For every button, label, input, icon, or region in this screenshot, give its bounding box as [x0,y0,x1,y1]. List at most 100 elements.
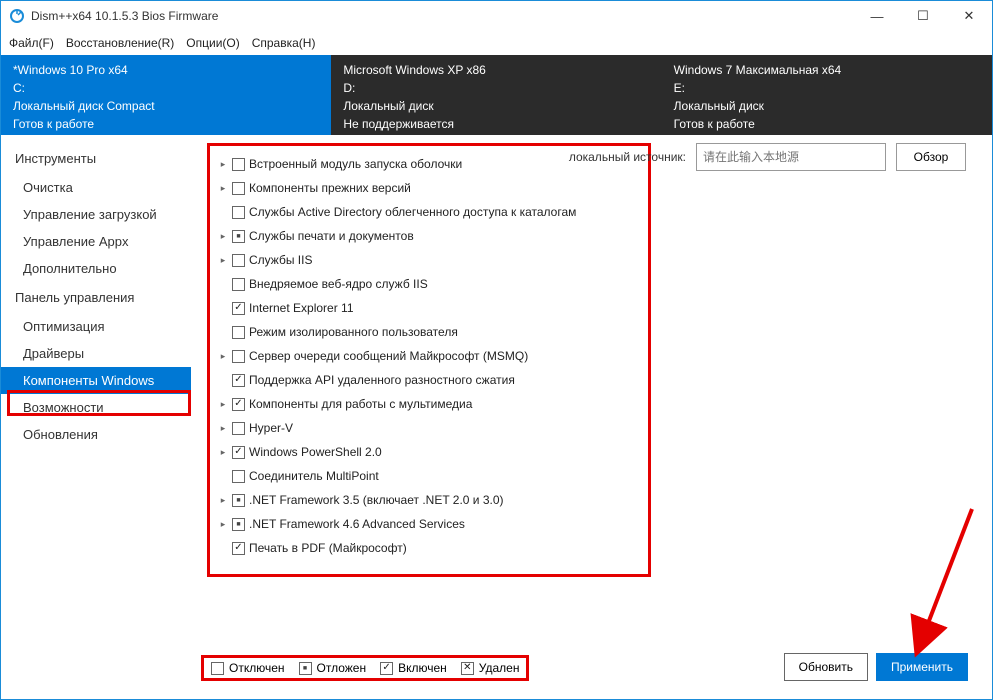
expander-icon[interactable]: ▸ [218,423,228,434]
sidebar-header-control: Панель управления [1,282,191,313]
feature-checkbox[interactable] [232,326,245,339]
feature-checkbox[interactable] [232,422,245,435]
feature-checkbox[interactable] [232,350,245,363]
feature-row[interactable]: ▸Сервер очереди сообщений Майкрософт (MS… [214,344,644,368]
source-input[interactable] [696,143,886,171]
feature-checkbox[interactable] [232,158,245,171]
feature-row[interactable]: Соединитель MultiPoint [214,464,644,488]
feature-label: .NET Framework 3.5 (включает .NET 2.0 и … [249,493,504,507]
legend-off-icon [211,662,224,675]
legend-on-icon [380,662,393,675]
feature-checkbox[interactable] [232,374,245,387]
feature-row[interactable]: ▸ .NET Framework 4.6 Advanced Services [214,512,644,536]
feature-checkbox[interactable] [232,494,245,507]
os-status: Готов к работе [674,115,980,133]
legend-off-label: Отключен [229,661,285,675]
feature-label: Windows PowerShell 2.0 [249,445,382,459]
os-strip: *Windows 10 Pro x64 C: Локальный диск Co… [1,55,992,135]
menu-file[interactable]: Файл(F) [9,36,54,50]
os-name: Microsoft Windows XP x86 [343,61,649,79]
feature-label: Соединитель MultiPoint [249,469,379,483]
sidebar-item-boot[interactable]: Управление загрузкой [1,201,191,228]
feature-list[interactable]: ▸Встроенный модуль запуска оболочки▸Комп… [209,145,649,575]
expander-icon[interactable]: ▸ [218,495,228,506]
expander-icon[interactable]: ▸ [218,519,228,530]
feature-row[interactable]: ▸Службы IIS [214,248,644,272]
sidebar-item-features[interactable]: Возможности [1,394,191,421]
expander-icon[interactable]: ▸ [218,351,228,362]
feature-checkbox[interactable] [232,398,245,411]
os-name: *Windows 10 Pro x64 [13,61,319,79]
expander-icon[interactable]: ▸ [218,255,228,266]
os-name: Windows 7 Максимальная x64 [674,61,980,79]
minimize-button[interactable]: — [854,1,900,31]
feature-row[interactable]: ▸ Компоненты прежних версий [214,176,644,200]
os-drive: D: [343,79,649,97]
menu-restore[interactable]: Восстановление(R) [66,36,174,50]
sidebar-item-appx[interactable]: Управление Appx [1,228,191,255]
feature-row[interactable]: ▸ .NET Framework 3.5 (включает .NET 2.0 и… [214,488,644,512]
feature-row[interactable]: Internet Explorer 11 [214,296,644,320]
feature-row[interactable]: Печать в PDF (Майкрософт) [214,536,644,560]
feature-checkbox[interactable] [232,446,245,459]
feature-label: Внедряемое веб-ядро служб IIS [249,277,428,291]
os-disk: Локальный диск Compact [13,97,319,115]
feature-label: Hyper-V [249,421,293,435]
maximize-button[interactable]: ☐ [900,1,946,31]
expander-icon[interactable]: ▸ [218,159,228,170]
sidebar-item-cleanup[interactable]: Очистка [1,174,191,201]
feature-row[interactable]: Службы Active Directory облегченного дос… [214,200,644,224]
menu-options[interactable]: Опции(O) [186,36,239,50]
feature-checkbox[interactable] [232,302,245,315]
sidebar-header-tools: Инструменты [1,143,191,174]
os-col-win7[interactable]: Windows 7 Максимальная x64 E: Локальный … [662,55,992,135]
sidebar-item-components[interactable]: Компоненты Windows [1,367,191,394]
close-button[interactable]: ✕ [946,1,992,31]
feature-checkbox[interactable] [232,206,245,219]
feature-row[interactable]: ▸Службы печати и документов [214,224,644,248]
sidebar-item-updates[interactable]: Обновления [1,421,191,448]
apply-button[interactable]: Применить [876,653,968,681]
feature-label: .NET Framework 4.6 Advanced Services [249,517,465,531]
os-status: Не поддерживается [343,115,649,133]
feature-checkbox[interactable] [232,542,245,555]
feature-checkbox[interactable] [232,230,245,243]
expander-icon[interactable]: ▸ [218,447,228,458]
os-drive: C: [13,79,319,97]
legend-on-label: Включен [398,661,447,675]
os-col-win10[interactable]: *Windows 10 Pro x64 C: Локальный диск Co… [1,55,331,135]
feature-checkbox[interactable] [232,470,245,483]
sidebar-item-drivers[interactable]: Драйверы [1,340,191,367]
legend-del-icon [461,662,474,675]
browse-button[interactable]: Обзор [896,143,966,171]
os-disk: Локальный диск [674,97,980,115]
feature-row[interactable]: Внедряемое веб-ядро служб IIS [214,272,644,296]
legend-defer-icon [299,662,312,675]
window-title: Dism++x64 10.1.5.3 Bios Firmware [31,9,218,23]
feature-row[interactable]: ▸ Hyper-V [214,416,644,440]
expander-icon[interactable]: ▸ [218,231,228,242]
feature-checkbox[interactable] [232,254,245,267]
feature-label: Компоненты прежних версий [249,181,411,195]
feature-row[interactable]: ▸ Windows PowerShell 2.0 [214,440,644,464]
legend-del-label: Удален [479,661,520,675]
menu-help[interactable]: Справка(H) [252,36,316,50]
legend: Отключен Отложен Включен Удален [203,657,527,679]
refresh-button[interactable]: Обновить [784,653,868,681]
titlebar: Dism++x64 10.1.5.3 Bios Firmware — ☐ ✕ [1,1,992,31]
feature-row[interactable]: Поддержка API удаленного разностного сжа… [214,368,644,392]
expander-icon[interactable]: ▸ [218,399,228,410]
expander-icon[interactable]: ▸ [218,183,228,194]
os-status: Готов к работе [13,115,319,133]
feature-row[interactable]: Режим изолированного пользователя [214,320,644,344]
sidebar-item-advanced[interactable]: Дополнительно [1,255,191,282]
feature-checkbox[interactable] [232,278,245,291]
feature-row[interactable]: ▸Компоненты для работы с мультимедиа [214,392,644,416]
feature-checkbox[interactable] [232,518,245,531]
feature-label: Службы Active Directory облегченного дос… [249,205,576,219]
os-col-xp[interactable]: Microsoft Windows XP x86 D: Локальный ди… [331,55,661,135]
sidebar-item-optimize[interactable]: Оптимизация [1,313,191,340]
feature-label: Печать в PDF (Майкрософт) [249,541,407,555]
os-drive: E: [674,79,980,97]
feature-checkbox[interactable] [232,182,245,195]
